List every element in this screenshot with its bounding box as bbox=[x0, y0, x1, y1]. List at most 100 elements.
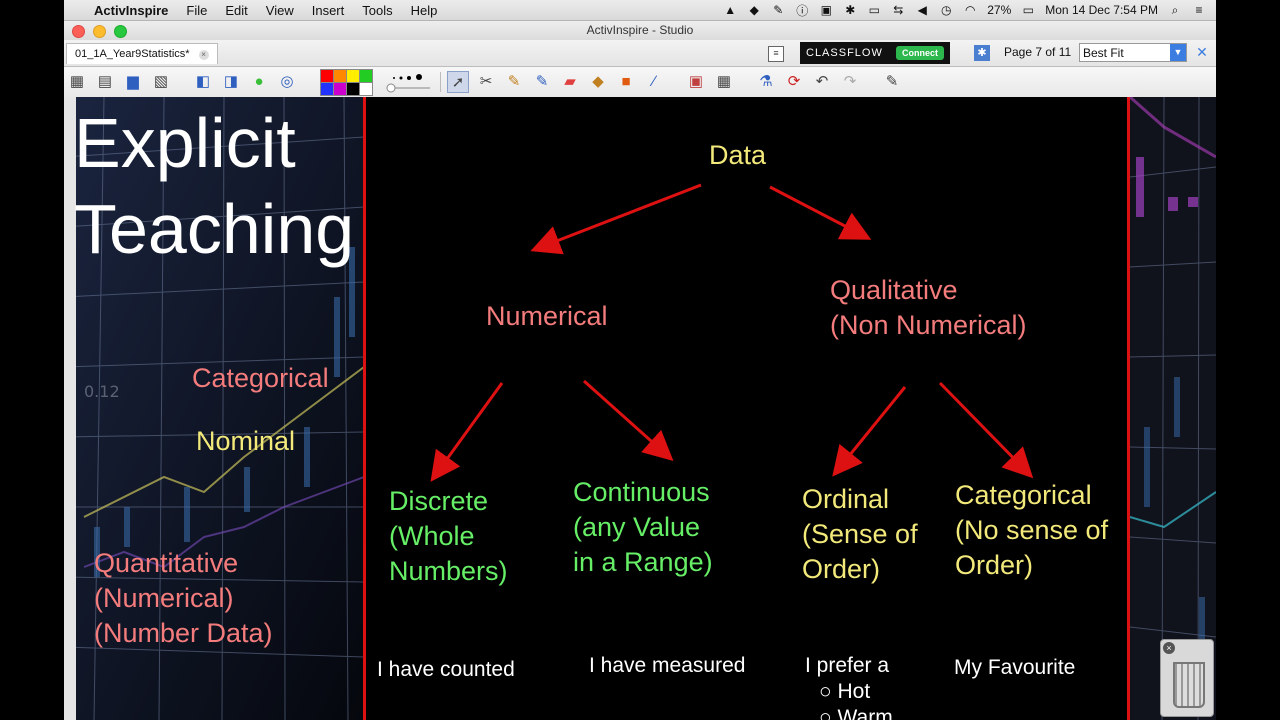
node-continuous-line2[interactable]: (any Value bbox=[573, 510, 700, 545]
example-measured[interactable]: I have measured bbox=[589, 648, 745, 683]
bluetooth-icon[interactable]: ✱ bbox=[843, 3, 857, 17]
label-nominal[interactable]: Nominal bbox=[196, 424, 295, 459]
example-favourite[interactable]: My Favourite bbox=[954, 650, 1075, 685]
airplay-icon[interactable]: ▭ bbox=[867, 3, 881, 17]
desktop-annotate-icon[interactable]: ▆ bbox=[122, 71, 144, 93]
node-data[interactable]: Data bbox=[709, 138, 766, 173]
info-icon[interactable]: ⓘ bbox=[795, 2, 809, 19]
node-qualitative-line1[interactable]: Qualitative bbox=[830, 273, 958, 308]
highlighter-icon[interactable]: ✎ bbox=[531, 71, 553, 93]
node-categorical-line3[interactable]: Order) bbox=[955, 548, 1033, 583]
network-status-icon[interactable]: ✱ bbox=[974, 45, 990, 61]
chevron-down-icon[interactable]: ▼ bbox=[1170, 44, 1186, 61]
page-browser-icon[interactable]: ≡ bbox=[768, 46, 784, 62]
label-quantitative-line3[interactable]: (Number Data) bbox=[94, 616, 273, 651]
example-counted[interactable]: I have counted bbox=[377, 652, 515, 687]
wrench-icon[interactable]: ✎ bbox=[771, 3, 785, 17]
reset-page-icon[interactable]: ⟳ bbox=[783, 71, 805, 93]
web-browser-icon[interactable]: ◎ bbox=[276, 71, 298, 93]
wifi-icon[interactable]: ◠ bbox=[963, 3, 977, 17]
undo-icon[interactable]: ↶ bbox=[811, 71, 833, 93]
clear-icon[interactable]: ⚗ bbox=[755, 71, 777, 93]
main-menu-icon[interactable]: ▦ bbox=[66, 71, 88, 93]
node-categorical-line2[interactable]: (No sense of bbox=[955, 513, 1108, 548]
play-icon[interactable]: ● bbox=[248, 71, 270, 93]
drive-icon[interactable]: ▲ bbox=[723, 3, 737, 17]
label-quantitative-line1[interactable]: Quantitative bbox=[94, 546, 238, 581]
color-swatch[interactable] bbox=[333, 82, 347, 96]
close-icon[interactable]: × bbox=[1163, 642, 1175, 654]
eraser-icon[interactable]: ▰ bbox=[559, 71, 581, 93]
color-swatch[interactable] bbox=[333, 69, 347, 83]
color-swatch[interactable] bbox=[359, 69, 373, 83]
clock[interactable]: Mon 14 Dec 7:54 PM bbox=[1045, 3, 1158, 17]
menu-file[interactable]: File bbox=[186, 3, 207, 18]
menu-help[interactable]: Help bbox=[411, 3, 438, 18]
shape-icon[interactable]: ■ bbox=[615, 71, 637, 93]
letterbox-left bbox=[0, 0, 64, 720]
dashboard-icon[interactable]: ▤ bbox=[94, 71, 116, 93]
select-tool-icon[interactable]: ➚ bbox=[447, 71, 469, 93]
flipchart-tab[interactable]: 01_1A_Year9Statistics* × bbox=[66, 43, 218, 64]
zoom-window-button[interactable] bbox=[114, 25, 127, 38]
fullscreen-icon[interactable]: ✕ bbox=[1192, 44, 1212, 62]
color-palette[interactable] bbox=[320, 69, 373, 96]
pen-width-slider[interactable] bbox=[384, 71, 434, 93]
color-swatch[interactable] bbox=[346, 69, 360, 83]
slide-heading-line1[interactable]: Explicit bbox=[74, 103, 296, 183]
connector-icon[interactable]: ∕ bbox=[643, 71, 665, 93]
close-window-button[interactable] bbox=[72, 25, 85, 38]
node-discrete-line2[interactable]: (Whole bbox=[389, 519, 475, 554]
dropbox-icon[interactable]: ◆ bbox=[747, 3, 761, 17]
menu-insert[interactable]: Insert bbox=[312, 3, 345, 18]
app-menu[interactable]: ActivInspire bbox=[94, 3, 168, 18]
camera-icon[interactable]: ▣ bbox=[819, 3, 833, 17]
browsers-icon[interactable]: ▧ bbox=[150, 71, 172, 93]
text-icon[interactable]: ▣ bbox=[685, 71, 707, 93]
label-quantitative-line2[interactable]: (Numerical) bbox=[94, 581, 234, 616]
next-page-icon[interactable]: ◨ bbox=[220, 71, 242, 93]
slide-heading-line2[interactable]: Teaching bbox=[74, 189, 354, 269]
close-tab-icon[interactable]: × bbox=[198, 50, 209, 60]
node-qualitative-line2[interactable]: (Non Numerical) bbox=[830, 308, 1027, 343]
node-categorical-line1[interactable]: Categorical bbox=[955, 478, 1092, 513]
color-swatch[interactable] bbox=[320, 69, 334, 83]
node-ordinal-line1[interactable]: Ordinal bbox=[802, 482, 889, 517]
color-swatch[interactable] bbox=[359, 82, 373, 96]
menu-edit[interactable]: Edit bbox=[225, 3, 247, 18]
camera-tool-icon[interactable]: ▦ bbox=[713, 71, 735, 93]
redo-icon[interactable]: ↷ bbox=[839, 71, 861, 93]
color-swatch[interactable] bbox=[320, 82, 334, 96]
tools-icon[interactable]: ✂ bbox=[475, 71, 497, 93]
example-option-warm[interactable]: ○ Warm bbox=[819, 700, 893, 720]
node-ordinal-line2[interactable]: (Sense of bbox=[802, 517, 918, 552]
classflow-connect-button[interactable]: Connect bbox=[896, 46, 944, 60]
network-icon[interactable]: ⇆ bbox=[891, 3, 905, 17]
previous-page-icon[interactable]: ◧ bbox=[192, 71, 214, 93]
label-categorical-left[interactable]: Categorical bbox=[192, 361, 329, 396]
customize-icon[interactable]: ✎ bbox=[881, 71, 903, 93]
color-swatch[interactable] bbox=[346, 82, 360, 96]
volume-icon[interactable]: ◀ bbox=[915, 3, 929, 17]
menu-tools[interactable]: Tools bbox=[362, 3, 392, 18]
node-continuous-line1[interactable]: Continuous bbox=[573, 475, 710, 510]
battery-icon[interactable]: ▭ bbox=[1021, 3, 1035, 17]
main-toolbar: ▦ ▤ ▆ ▧ ◧ ◨ ● ◎ ➚ ✂ ✎ ✎ ▰ ◆ ■ ∕ ▣ ▦ ⚗ ⟳ … bbox=[64, 67, 1216, 98]
pen-icon[interactable]: ✎ bbox=[503, 71, 525, 93]
notification-center-icon[interactable]: ≡ bbox=[1192, 3, 1206, 17]
svg-text:0.12: 0.12 bbox=[84, 382, 120, 401]
node-discrete-line1[interactable]: Discrete bbox=[389, 484, 488, 519]
node-continuous-line3[interactable]: in a Range) bbox=[573, 545, 713, 580]
flipchart-canvas[interactable]: 0.12 Explicit Teaching Categorical Nomin… bbox=[64, 97, 1216, 720]
status-area: ▲ ◆ ✎ ⓘ ▣ ✱ ▭ ⇆ ◀ ◷ ◠ 27% ▭ Mon 14 Dec 7… bbox=[723, 0, 1206, 20]
menu-view[interactable]: View bbox=[266, 3, 294, 18]
spotlight-icon[interactable]: ⌕ bbox=[1168, 3, 1182, 18]
minimize-window-button[interactable] bbox=[93, 25, 106, 38]
zoom-select[interactable]: Best Fit ▼ bbox=[1079, 43, 1187, 62]
node-numerical[interactable]: Numerical bbox=[486, 299, 608, 334]
node-ordinal-line3[interactable]: Order) bbox=[802, 552, 880, 587]
time-machine-icon[interactable]: ◷ bbox=[939, 3, 953, 17]
fill-icon[interactable]: ◆ bbox=[587, 71, 609, 93]
node-discrete-line3[interactable]: Numbers) bbox=[389, 554, 508, 589]
trash-can[interactable]: × bbox=[1160, 639, 1214, 717]
